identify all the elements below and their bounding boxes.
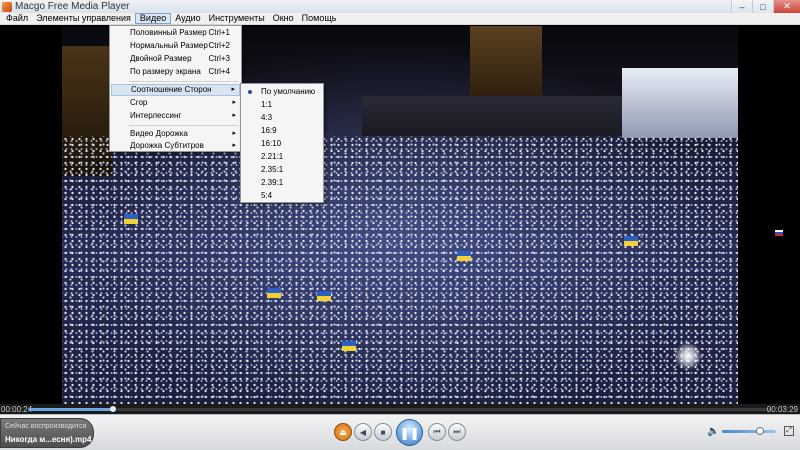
video-flag [624,236,638,246]
submenu-arrow-icon: ▸ [232,112,236,119]
submenu-arrow-icon: ▸ [232,99,236,106]
skip-back-button[interactable]: ⏮ [428,423,446,441]
video-flag [267,288,281,298]
control-bar: Сейчас воспроизводится Никогда м...есня)… [0,414,800,450]
window-buttons: – □ ✕ [731,0,800,13]
submenu-arrow-icon: ▸ [232,130,236,137]
video-flag [457,251,471,261]
fullscreen-icon: ⤢ [786,427,792,434]
aspect-2-35-1[interactable]: 2.35:1 [242,164,322,176]
submenu-arrow-icon: ▸ [232,142,236,149]
seek-handle[interactable] [110,406,117,412]
menu-controls[interactable]: Элементы управления [32,13,135,24]
video-flag [317,291,331,301]
menu-item-crop[interactable]: Crop ▸ [111,97,240,109]
menu-item-video-track[interactable]: Видео Дорожка ▸ [111,128,240,140]
menu-separator [129,125,238,126]
menu-item-normal-size[interactable]: Нормальный Размер Ctrl+2 [111,40,240,52]
play-pause-button[interactable]: ❚❚ [396,419,423,446]
video-building [622,68,738,138]
menu-item-subtitle-track[interactable]: Дорожка Субтитров ▸ [111,140,240,152]
video-crowd-lights [62,136,738,404]
menu-video[interactable]: Видео [134,13,172,24]
menu-audio[interactable]: Аудио [171,13,204,24]
aspect-5-4[interactable]: 5:4 [242,190,322,202]
video-building [470,26,542,106]
shortcut-label: Ctrl+4 [208,67,230,76]
stop-icon: ■ [380,427,386,437]
skip-forward-button[interactable]: ⏭ [448,423,466,441]
video-flag [124,214,138,224]
now-playing-label: Сейчас воспроизводится [5,423,87,430]
side-flag [775,230,783,236]
menu-item-fit-screen[interactable]: По размеру экрана Ctrl+4 [111,66,240,78]
menu-file[interactable]: Файл [2,13,32,24]
open-file-button[interactable]: ⏏ [334,423,352,441]
shortcut-label: Ctrl+2 [208,41,230,50]
selected-bullet-icon [248,90,252,94]
menu-help[interactable]: Помощь [298,13,341,24]
aspect-2-39-1[interactable]: 2.39:1 [242,177,322,189]
menu-bar: Файл Элементы управления Видео Аудио Инс… [0,13,800,25]
skip-forward-icon: ⏭ [453,427,461,436]
video-building [362,96,622,136]
aspect-ratio-submenu: По умолчанию 1:1 4:3 16:9 16:10 2.21:1 2… [240,83,324,203]
video-menu-dropdown: Половинный Размер Ctrl+1 Нормальный Разм… [109,25,242,152]
menu-item-interlacing[interactable]: Интерлессинг ▸ [111,110,240,122]
volume-slider[interactable] [722,427,776,435]
aspect-16-9[interactable]: 16:9 [242,125,322,137]
menu-item-double-size[interactable]: Двойной Размер Ctrl+3 [111,53,240,65]
menu-item-aspect-ratio[interactable]: Соотношение Сторон ▸ [111,84,240,96]
shortcut-label: Ctrl+1 [208,28,230,37]
window-title: Macgo Free Media Player [15,1,130,12]
submenu-arrow-icon: ▸ [231,86,235,93]
aspect-2-21-1[interactable]: 2.21:1 [242,151,322,163]
volume-icon[interactable]: 🔈 [707,426,719,437]
aspect-1-1[interactable]: 1:1 [242,99,322,111]
open-icon: ⏏ [339,427,347,437]
menu-separator [129,81,238,82]
app-icon [2,1,12,12]
seek-row: 00:00:24 00:03:29 [0,404,800,414]
video-light-glow [674,342,702,370]
previous-icon: ◀ [359,427,367,437]
skip-back-icon: ⏮ [433,427,441,436]
total-time: 00:03:29 [766,405,798,414]
close-button[interactable]: ✕ [773,0,800,13]
stop-button[interactable]: ■ [374,423,392,441]
previous-button[interactable]: ◀ [354,423,372,441]
shortcut-label: Ctrl+3 [208,54,230,63]
maximize-button[interactable]: □ [752,0,773,13]
menu-tools[interactable]: Инструменты [205,13,269,24]
minimize-button[interactable]: – [731,0,752,13]
aspect-default[interactable]: По умолчанию [242,86,322,98]
video-flag [342,341,356,351]
seek-bar[interactable] [28,406,770,412]
menu-item-half-size[interactable]: Половинный Размер Ctrl+1 [111,27,240,39]
seek-progress [28,408,114,411]
aspect-16-10[interactable]: 16:10 [242,138,322,150]
now-playing-panel[interactable]: Сейчас воспроизводится Никогда м...есня)… [0,418,94,448]
fullscreen-button[interactable]: ⤢ [784,426,794,436]
aspect-4-3[interactable]: 4:3 [242,112,322,124]
volume-handle[interactable] [755,427,764,435]
title-bar[interactable]: Macgo Free Media Player – □ ✕ [0,0,800,13]
now-playing-file: Никогда м...есня).mp4 [5,435,92,444]
pause-icon: ❚❚ [399,425,420,440]
menu-window[interactable]: Окно [269,13,298,24]
